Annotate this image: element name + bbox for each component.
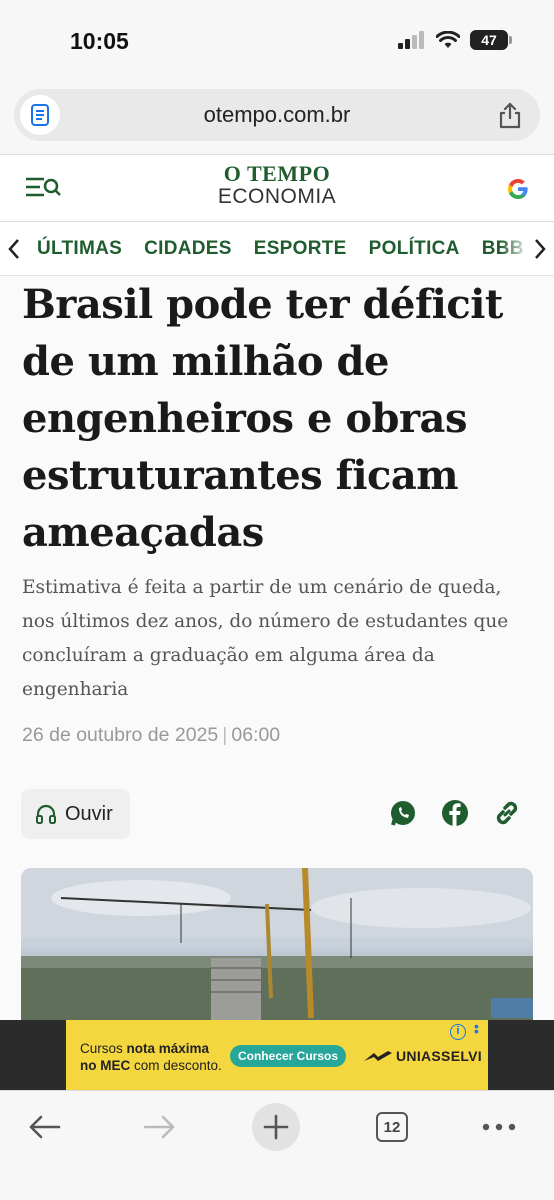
status-icons: 47 [398, 30, 512, 50]
new-tab-icon [263, 1114, 289, 1140]
site-header: O TEMPO ECONOMIA [0, 154, 554, 222]
nav-item-politica[interactable]: POLÍTICA [369, 238, 460, 260]
back-button[interactable] [20, 1103, 68, 1151]
forward-button[interactable] [136, 1103, 184, 1151]
nav-fade [500, 222, 530, 275]
logo-title: O TEMPO [223, 161, 331, 186]
tabs-icon: 12 [376, 1112, 408, 1142]
more-button[interactable] [475, 1103, 523, 1151]
google-icon[interactable] [506, 177, 530, 201]
reader-button[interactable] [20, 95, 60, 135]
nav-item-ultimas[interactable]: ÚLTIMAS [37, 238, 122, 260]
listen-button[interactable]: Ouvir [21, 789, 130, 839]
more-icon [482, 1123, 516, 1131]
back-icon [29, 1115, 61, 1139]
article-subtitle: Estimativa é feita a partir de um cenári… [22, 577, 509, 700]
new-tab-button[interactable] [252, 1103, 300, 1151]
address-bar[interactable]: otempo.com.br [14, 89, 540, 141]
article-time: 06:00 [231, 724, 281, 746]
ad-text: Cursos nota máxima no MEC com desconto. [80, 1040, 222, 1074]
tabs-button[interactable]: 12 [368, 1103, 416, 1151]
ad-cta-button[interactable]: Conhecer Cursos [230, 1045, 346, 1067]
share-icons [388, 798, 522, 828]
browser-toolbar: 12 [0, 1090, 554, 1200]
ad-brand-name: UNIASSELVI [396, 1048, 482, 1064]
article-headline: Brasil pode ter déficit de um milhão de … [22, 281, 503, 556]
ad-text-line2-bold: no MEC [80, 1058, 131, 1073]
section-nav: ÚLTIMAS CIDADES ESPORTE POLÍTICA BBB 26 [0, 222, 554, 276]
whatsapp-icon[interactable] [388, 798, 418, 828]
url-text: otempo.com.br [203, 102, 351, 127]
forward-icon [143, 1115, 175, 1139]
status-time: 10:05 [70, 28, 129, 54]
status-bar: 10:05 47 [0, 0, 554, 80]
ad-text-line1: Cursos [80, 1041, 127, 1056]
nav-item-esporte[interactable]: ESPORTE [254, 238, 347, 260]
ad-banner-container: Cursos nota máxima no MEC com desconto. … [0, 1019, 554, 1090]
nav-items: ÚLTIMAS CIDADES ESPORTE POLÍTICA BBB 26 [37, 238, 551, 260]
article-date: 26 de outubro de 2025 [22, 724, 219, 746]
battery-indicator: 47 [470, 30, 512, 50]
ad-more-icon[interactable]: • • [474, 1019, 480, 1038]
reader-icon [31, 104, 49, 126]
signal-icon [398, 31, 424, 49]
ad-info-icon[interactable]: i [450, 1024, 466, 1040]
ad-banner[interactable]: Cursos nota máxima no MEC com desconto. … [66, 1019, 488, 1090]
article-dateline: 26 de outubro de 2025 | 06:00 [22, 724, 280, 747]
site-logo[interactable]: O TEMPO ECONOMIA [0, 163, 554, 209]
browser-address-area: otempo.com.br [0, 80, 554, 154]
chevron-right-icon[interactable] [530, 236, 550, 262]
nav-item-cidades[interactable]: CIDADES [144, 238, 232, 260]
uniasselvi-logo-icon [364, 1051, 392, 1062]
ad-text-line1-bold: nota máxima [126, 1041, 210, 1056]
facebook-icon[interactable] [440, 798, 470, 828]
link-icon[interactable] [492, 798, 522, 828]
listen-label: Ouvir [65, 802, 113, 825]
date-separator: | [222, 724, 228, 746]
logo-section: ECONOMIA [217, 185, 337, 208]
wifi-icon [436, 31, 460, 48]
ad-brand: UNIASSELVI [364, 1048, 482, 1064]
headphones-icon [36, 804, 56, 824]
ad-text-line2: com desconto. [130, 1058, 222, 1073]
chevron-left-icon[interactable] [4, 236, 24, 262]
share-icon[interactable] [496, 101, 524, 129]
